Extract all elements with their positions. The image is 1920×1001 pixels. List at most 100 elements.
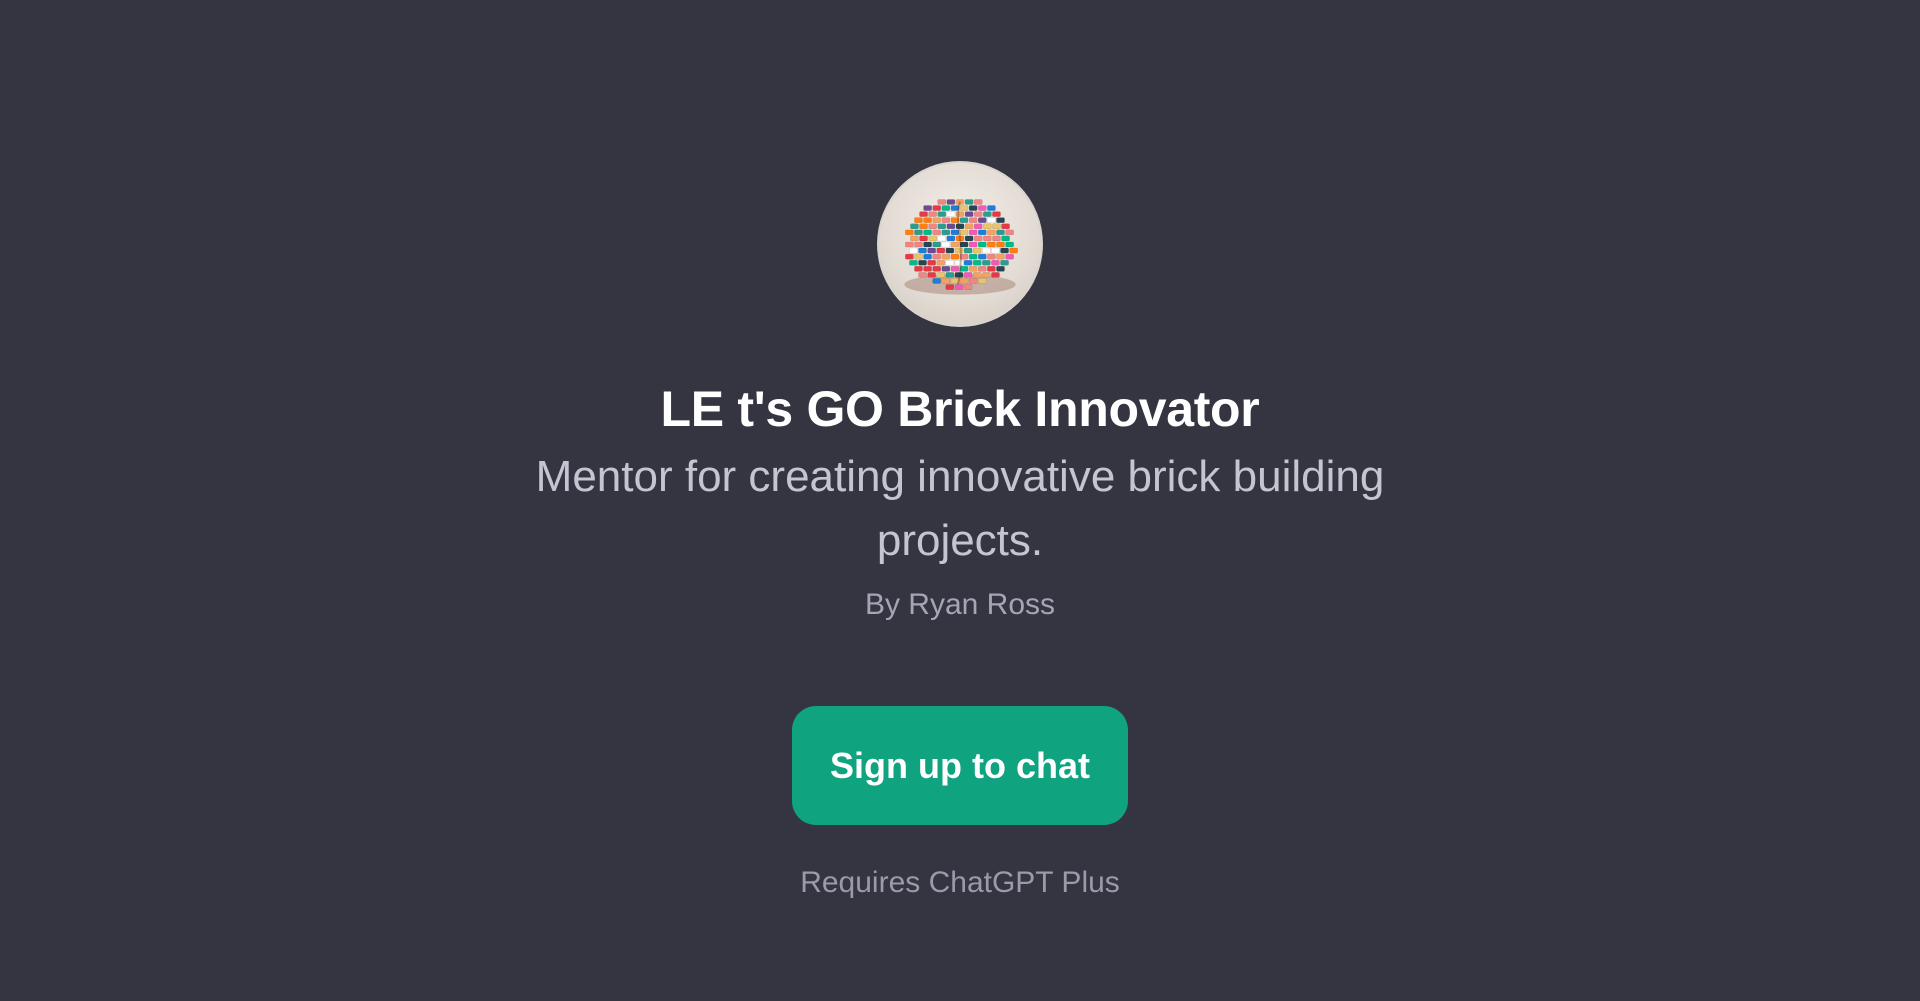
brain-brick bbox=[968, 229, 978, 236]
brain-brick bbox=[914, 217, 923, 223]
gpt-title: LE t's GO Brick Innovator bbox=[660, 381, 1260, 437]
brain-brick bbox=[945, 284, 955, 290]
brain-brick bbox=[919, 235, 928, 242]
brain-brick bbox=[950, 241, 960, 248]
brain-brick bbox=[905, 229, 914, 236]
brain-brick bbox=[963, 284, 973, 290]
brain-brick bbox=[946, 235, 956, 242]
brain-brick bbox=[977, 205, 987, 211]
brain-brick bbox=[972, 272, 982, 278]
brain-brick bbox=[950, 266, 960, 272]
brain-brick bbox=[987, 205, 996, 211]
brain-brick bbox=[1000, 247, 1009, 254]
brain-brick bbox=[914, 253, 923, 260]
brain-brick bbox=[941, 205, 951, 211]
brain-brick bbox=[959, 217, 969, 223]
brain-brick bbox=[919, 223, 928, 230]
brain-brick bbox=[927, 272, 936, 278]
brain-brick bbox=[991, 247, 1000, 254]
brain-brick bbox=[996, 266, 1005, 272]
brain-brick bbox=[968, 278, 978, 284]
brain-brick bbox=[941, 229, 951, 236]
brain-brick bbox=[941, 278, 951, 284]
brain-brick bbox=[983, 235, 992, 242]
brain-brick bbox=[932, 217, 942, 223]
brain-brick bbox=[1000, 259, 1009, 266]
brain-brick bbox=[945, 247, 955, 254]
brain-brick bbox=[919, 211, 928, 217]
brain-brick bbox=[923, 205, 932, 211]
gpt-author: By Ryan Ross bbox=[864, 588, 1056, 621]
brain-brick bbox=[932, 229, 942, 236]
brain-brick bbox=[972, 247, 982, 254]
brain-brick bbox=[946, 223, 956, 230]
brain-brick bbox=[905, 253, 914, 260]
brain-brick bbox=[987, 241, 996, 248]
brain-brick bbox=[932, 253, 942, 260]
brain-brick bbox=[928, 235, 937, 242]
brain-brick bbox=[964, 211, 974, 217]
brain-brick bbox=[923, 266, 932, 272]
brain-brick bbox=[1001, 223, 1010, 230]
brain-brick bbox=[914, 241, 923, 248]
brain-brick bbox=[968, 241, 978, 248]
brain-brick bbox=[968, 205, 978, 211]
brain-brick bbox=[996, 253, 1005, 260]
brain-brick bbox=[977, 217, 987, 223]
brain-brick bbox=[937, 223, 947, 230]
brain-brick bbox=[959, 205, 969, 211]
brain-brick bbox=[936, 259, 946, 266]
brain-brick bbox=[910, 235, 919, 242]
brain-brick bbox=[937, 211, 947, 217]
brain-brick bbox=[987, 229, 996, 236]
brain-brick bbox=[950, 229, 960, 236]
plus-requirement-note: Requires ChatGPT Plus bbox=[800, 866, 1120, 899]
brain-brick bbox=[914, 266, 923, 272]
brain-brick bbox=[968, 253, 978, 260]
gpt-landing-page: LE t's GO Brick Innovator Mentor for cre… bbox=[0, 0, 1920, 1001]
brain-brick bbox=[963, 259, 973, 266]
brain-brick bbox=[1005, 241, 1014, 248]
sign-up-to-chat-button[interactable]: Sign up to chat bbox=[792, 706, 1128, 825]
brain-brick bbox=[964, 235, 974, 242]
brain-brick bbox=[977, 253, 987, 260]
lego-brick-brain-icon bbox=[904, 199, 1018, 295]
brain-brick bbox=[982, 247, 991, 254]
brain-brick bbox=[973, 223, 983, 230]
brain-brick bbox=[954, 259, 964, 266]
brain-brick bbox=[932, 278, 942, 284]
brain-brick bbox=[945, 259, 955, 266]
brain-brick bbox=[964, 223, 974, 230]
brain-brick bbox=[928, 223, 937, 230]
brain-brick bbox=[937, 199, 947, 205]
brain-brick bbox=[909, 259, 918, 266]
brain-brick bbox=[954, 284, 964, 290]
brain-brick bbox=[923, 229, 932, 236]
brain-brick bbox=[964, 199, 974, 205]
brain-brick bbox=[1005, 229, 1014, 236]
brain-brick bbox=[910, 223, 919, 230]
brain-brick bbox=[959, 229, 969, 236]
brain-brick bbox=[955, 211, 965, 217]
gpt-avatar bbox=[877, 161, 1043, 327]
brain-brick bbox=[932, 205, 942, 211]
brain-brick bbox=[987, 253, 996, 260]
brain-brick bbox=[932, 241, 942, 248]
brain-brick bbox=[918, 247, 927, 254]
brain-brick bbox=[946, 211, 956, 217]
brain-brick bbox=[982, 259, 991, 266]
brain-brick bbox=[973, 199, 983, 205]
brain-brick bbox=[982, 272, 991, 278]
brain-brick bbox=[963, 272, 973, 278]
brain-brick bbox=[955, 223, 965, 230]
brain-brick bbox=[918, 259, 927, 266]
brain-brick bbox=[977, 229, 987, 236]
brain-brick bbox=[996, 217, 1005, 223]
brain-brick bbox=[959, 278, 969, 284]
brain-brick bbox=[1009, 247, 1018, 254]
brain-brick bbox=[936, 272, 946, 278]
brain-brick bbox=[968, 266, 978, 272]
brain-brick bbox=[928, 211, 937, 217]
brain-brick bbox=[936, 247, 946, 254]
brain-brick bbox=[991, 272, 1000, 278]
